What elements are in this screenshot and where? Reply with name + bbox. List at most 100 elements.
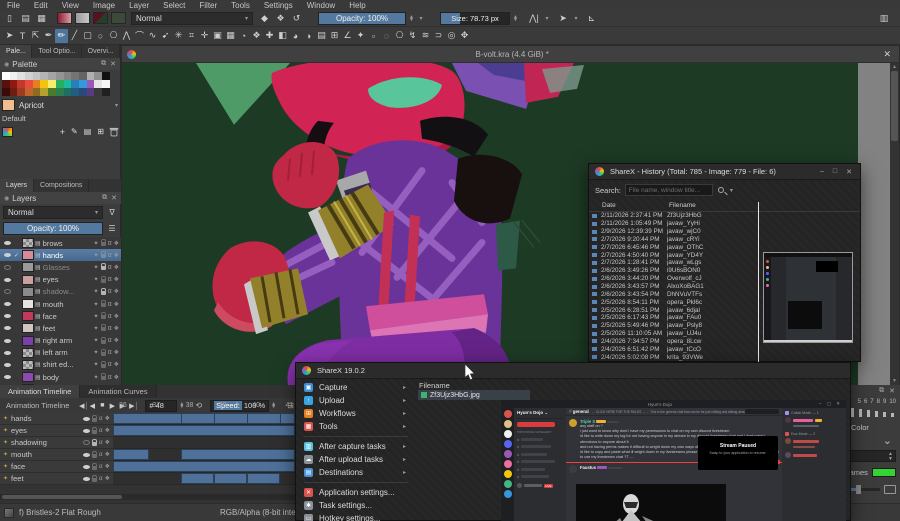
- menu-view[interactable]: View: [55, 1, 86, 10]
- tool-magnetic-select[interactable]: ⊃: [432, 29, 445, 43]
- palette-swatch[interactable]: [101, 88, 110, 96]
- layer-alpha-icon[interactable]: α: [108, 361, 112, 368]
- tool-pattern-edit[interactable]: ❖: [250, 29, 263, 43]
- palette-swatch[interactable]: [9, 80, 18, 88]
- layer-visibility-icon[interactable]: [4, 241, 11, 246]
- palette-swatch[interactable]: [101, 80, 110, 88]
- layer-options-icon[interactable]: ❖: [105, 463, 110, 470]
- stop-button[interactable]: ■: [97, 402, 107, 409]
- tab-palette[interactable]: Pale...: [0, 45, 33, 58]
- palette-swatch-grid[interactable]: [2, 72, 112, 96]
- minimize-icon[interactable]: –: [820, 168, 824, 176]
- tool-pan[interactable]: ✥: [458, 29, 471, 43]
- layer-options-icon[interactable]: ❖: [114, 240, 119, 247]
- palette-swatch[interactable]: [2, 80, 10, 88]
- discord-server-icon[interactable]: [503, 440, 512, 448]
- tool-bezier-curve[interactable]: ⌒: [133, 29, 146, 43]
- close-docker-icon[interactable]: ✕: [111, 194, 117, 202]
- tool-ellipse[interactable]: ○: [94, 29, 107, 43]
- discord-channel-item[interactable]: #: [517, 474, 563, 479]
- pattern-chooser[interactable]: [75, 12, 90, 24]
- layer-visibility-icon[interactable]: [4, 338, 11, 343]
- float-docker-icon[interactable]: ⧉: [879, 387, 884, 395]
- discord-server-icon[interactable]: [503, 490, 512, 498]
- layer-alpha-icon[interactable]: α: [108, 349, 112, 356]
- palette-swatch[interactable]: [32, 72, 41, 80]
- blend-mode-dropdown[interactable]: Normal ▾: [131, 12, 253, 25]
- tool-select-shapes[interactable]: ➤: [3, 29, 16, 43]
- palette-swatch[interactable]: [25, 80, 33, 88]
- palette-swatch[interactable]: [32, 80, 41, 88]
- layer-lock-icon[interactable]: [100, 336, 106, 344]
- close-icon[interactable]: ✕: [846, 168, 852, 176]
- opacity-slider[interactable]: Opacity: 100%: [318, 12, 406, 25]
- history-row[interactable]: 2/7/2026 9:20:44 PM javaw_cRYi: [589, 236, 860, 244]
- layer-row-glasses[interactable]: ▤ Glasses ✦ α ❖: [0, 261, 121, 273]
- onion-toggle-icon[interactable]: ✦: [0, 451, 11, 458]
- layer-lock-icon[interactable]: [100, 251, 106, 259]
- sharex-menu-after-capture-tasks[interactable]: ▥ After capture tasks ▸: [296, 440, 416, 453]
- menu-help[interactable]: Help: [342, 1, 372, 10]
- palette-swatch[interactable]: [55, 72, 64, 80]
- layer-row-feet[interactable]: ▤ feet ✦ α ❖: [0, 322, 121, 334]
- delete-swatch-button[interactable]: [109, 127, 119, 137]
- tool-zoom[interactable]: ◎: [445, 29, 458, 43]
- opacity-spinner[interactable]: ▲ ▼: [408, 12, 415, 25]
- layer-pin-icon[interactable]: ✦: [94, 325, 99, 332]
- sharex-menu-upload[interactable]: ↑ Upload ▸: [296, 394, 416, 407]
- keyframe-span[interactable]: [181, 473, 214, 484]
- timeline-row-eyes[interactable]: ✦ eyes α ❖: [0, 425, 113, 437]
- palette-swatch[interactable]: [25, 72, 33, 80]
- palette-swatch[interactable]: [32, 88, 41, 96]
- tool-enclose-fill[interactable]: ◕: [289, 29, 302, 43]
- layer-visibility-icon[interactable]: [4, 277, 11, 282]
- layer-lock-icon[interactable]: [100, 312, 106, 320]
- tab-layers[interactable]: Layers: [0, 179, 35, 192]
- layer-visibility-icon[interactable]: [4, 375, 11, 380]
- tool-polygon[interactable]: ⎔: [107, 29, 120, 43]
- onion-toggle-icon[interactable]: ✦: [0, 415, 11, 422]
- sharex-menu-tools[interactable]: ▦ Tools ▸: [296, 420, 416, 433]
- discord-server-icon[interactable]: [503, 430, 512, 438]
- tool-polyline[interactable]: ⋀: [120, 29, 133, 43]
- discord-server-icon[interactable]: [503, 460, 512, 468]
- mirror-horizontal-button[interactable]: ⋀|: [527, 12, 541, 25]
- palette-swatch[interactable]: [86, 88, 95, 96]
- layer-alpha-icon[interactable]: α: [99, 463, 103, 470]
- skip-to-end-button[interactable]: ▶: [127, 401, 138, 410]
- history-row[interactable]: 2/4/2026 5:02:08 PM krita_93VWe: [589, 353, 860, 361]
- tab-animation-curves[interactable]: Animation Curves: [80, 385, 157, 398]
- tool-crop[interactable]: ▣: [211, 29, 224, 43]
- menu-filter[interactable]: Filter: [192, 1, 224, 10]
- tool-reference-images[interactable]: ⊞: [328, 29, 341, 43]
- menu-window[interactable]: Window: [300, 1, 342, 10]
- next-frames-color-swatch[interactable]: [871, 468, 896, 477]
- open-document-button[interactable]: ▤: [19, 12, 32, 25]
- tool-transform[interactable]: ⌗: [185, 29, 198, 43]
- onion-opacity-bar[interactable]: [851, 408, 854, 417]
- tool-multibrush[interactable]: ✳: [172, 29, 185, 43]
- layer-blend-mode-dropdown[interactable]: Normal ▾: [3, 206, 103, 219]
- onion-toggle-icon[interactable]: ✦: [0, 439, 11, 446]
- layer-visibility-icon[interactable]: [82, 464, 90, 469]
- layer-alpha-icon[interactable]: α: [108, 337, 112, 344]
- layer-lock-icon[interactable]: [100, 239, 106, 247]
- palette-swatch[interactable]: [94, 88, 102, 96]
- layer-pin-icon[interactable]: ✦: [94, 349, 99, 356]
- layer-alpha-icon[interactable]: α: [108, 264, 112, 271]
- discord-channel-item[interactable]: #: [517, 452, 563, 457]
- layer-row-left-arm[interactable]: ▤ left arm ✦ α ❖: [0, 347, 121, 359]
- column-date[interactable]: Date: [602, 202, 616, 209]
- layer-options-icon[interactable]: ❖: [114, 325, 119, 332]
- palette-swatch[interactable]: [86, 72, 95, 80]
- discord-server-icon[interactable]: [503, 420, 512, 428]
- menu-edit[interactable]: Edit: [27, 1, 55, 10]
- timeline-row-feet[interactable]: ✦ feet α ❖: [0, 473, 113, 485]
- chevron-down-icon[interactable]: ▾: [730, 187, 733, 194]
- layer-row-brows[interactable]: ▤ brows ✦ α ❖: [0, 237, 121, 249]
- tool-line[interactable]: ╱: [68, 29, 81, 43]
- float-docker-icon[interactable]: ⧉: [101, 60, 106, 68]
- layer-lock-icon[interactable]: [100, 300, 106, 308]
- layer-opacity-slider[interactable]: Opacity: 100%: [3, 222, 103, 235]
- layer-row-shadow-[interactable]: ▤ shadow... ✦ α ❖: [0, 286, 121, 298]
